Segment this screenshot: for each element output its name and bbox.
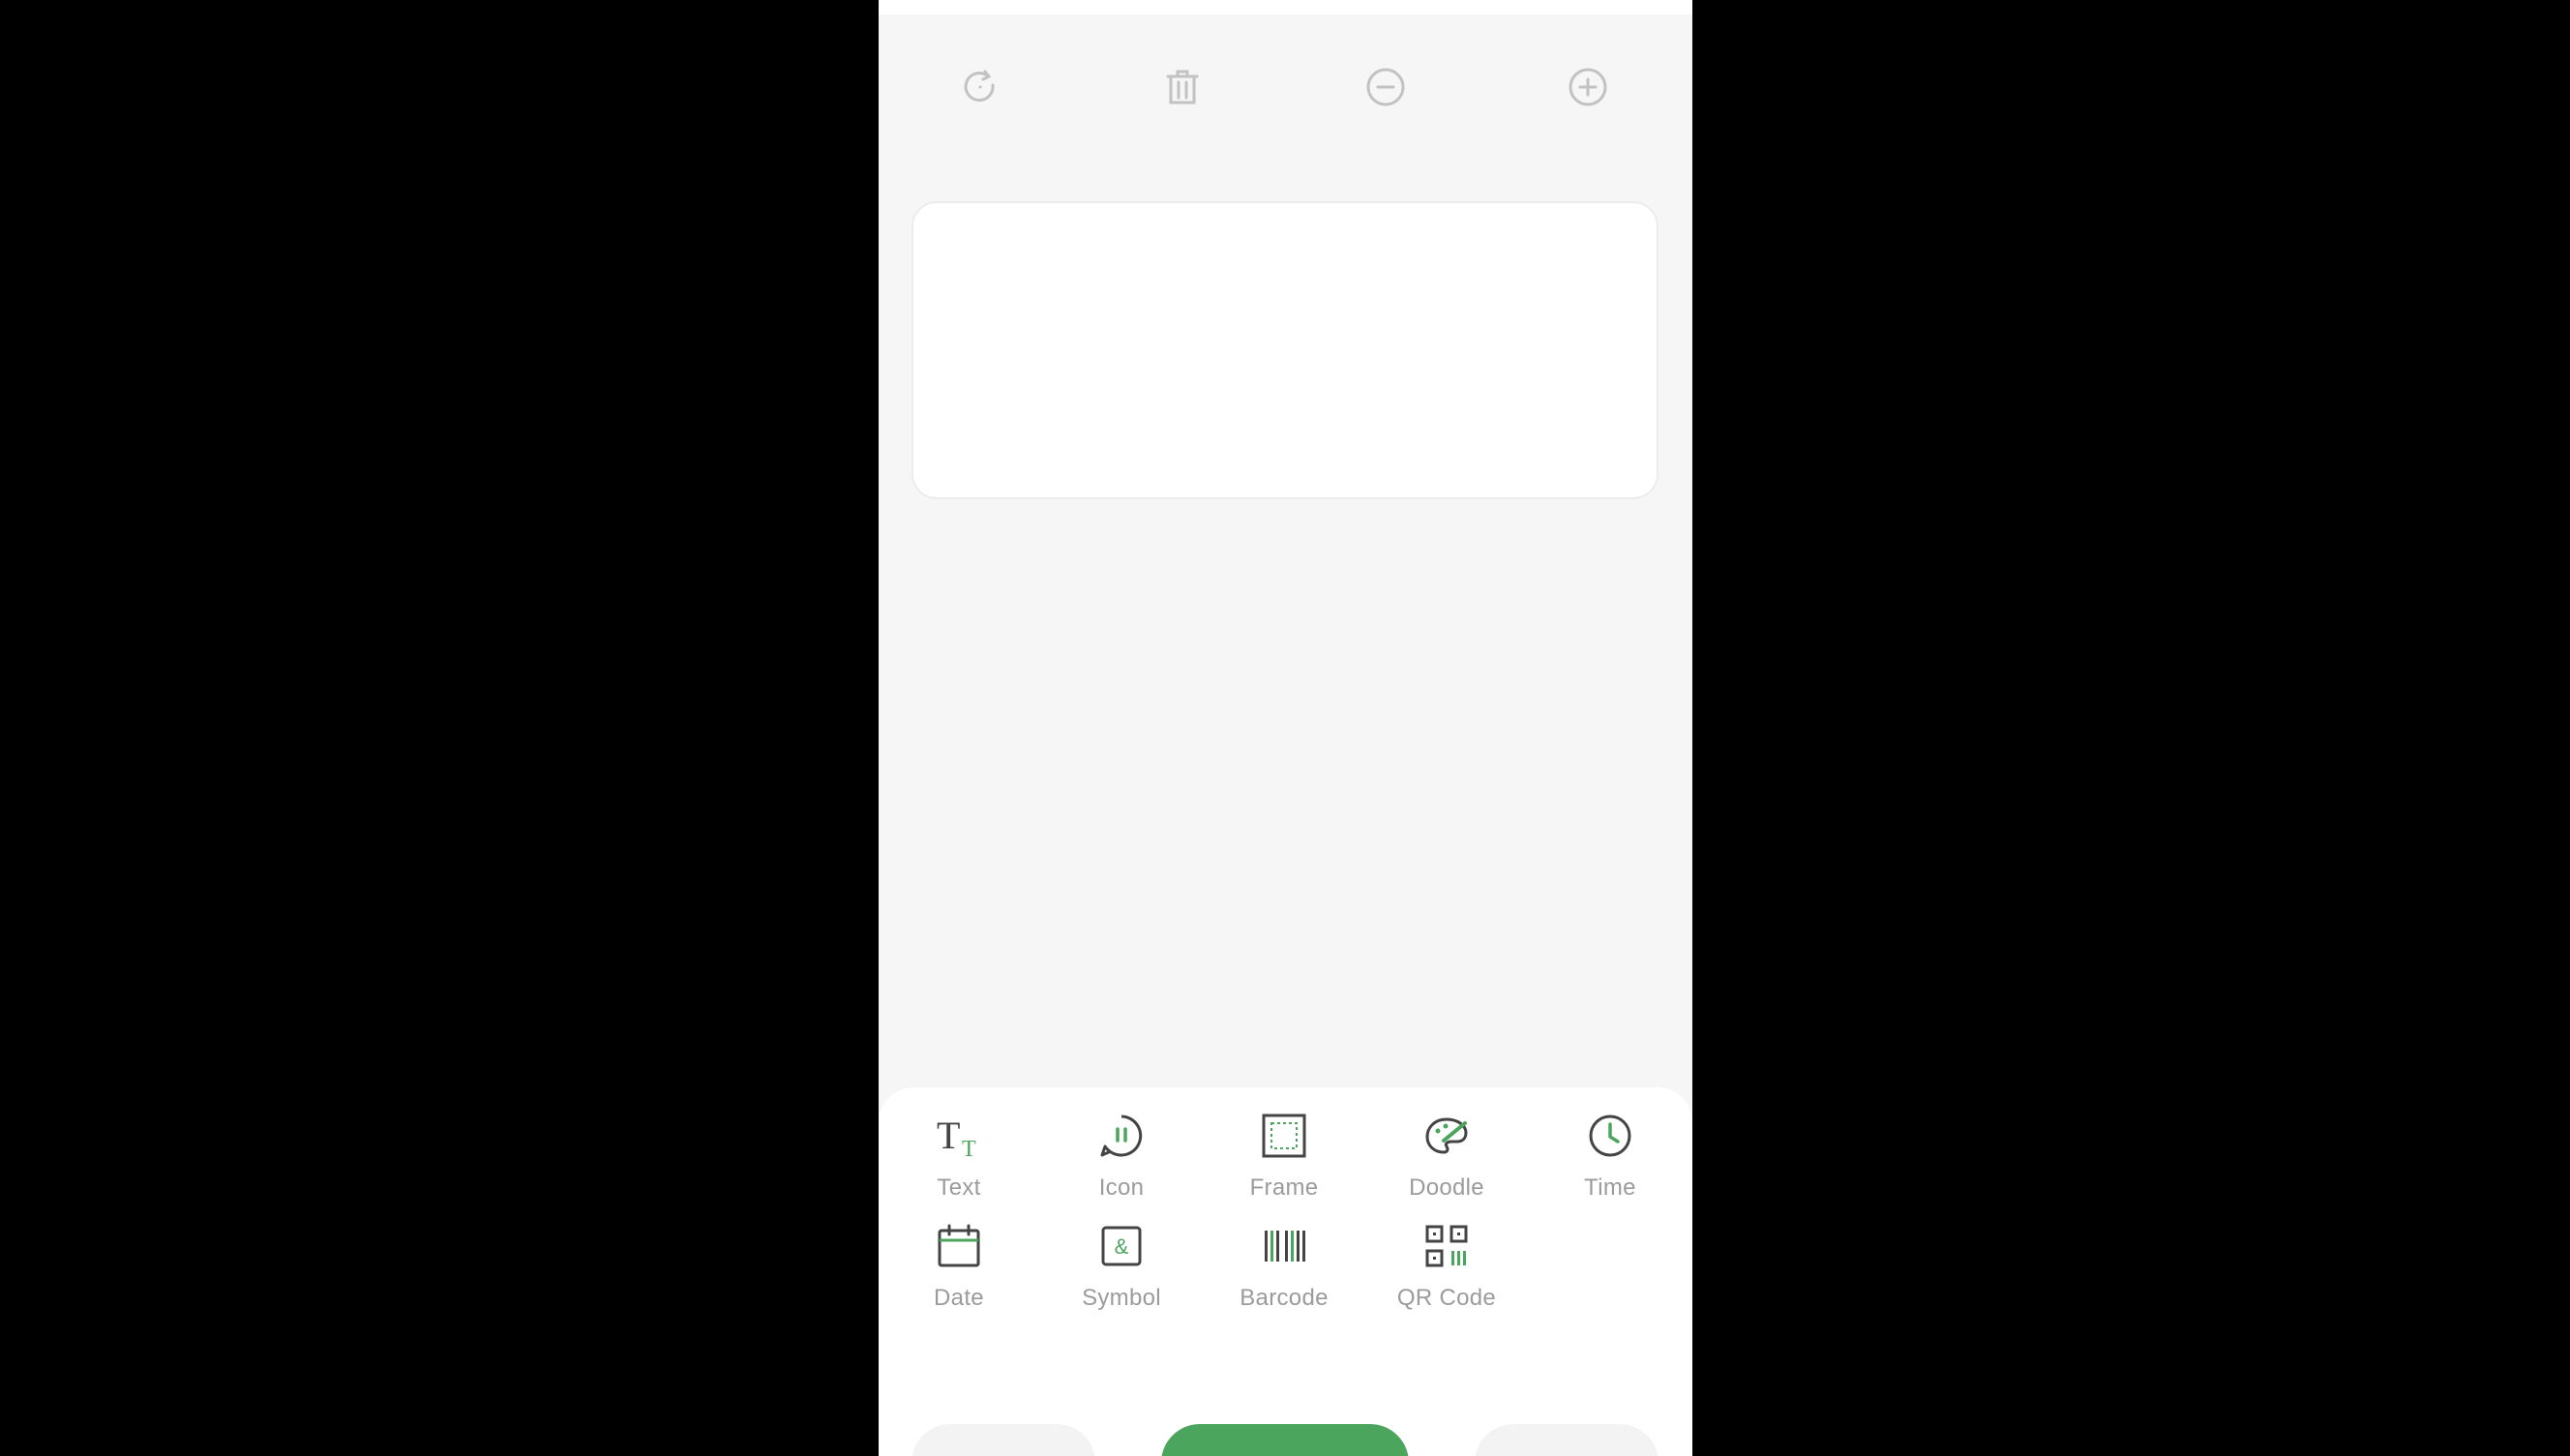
element-label: Doodle (1409, 1174, 1484, 1201)
edit-toolbar (879, 48, 1692, 126)
ampersand-icon: & (1096, 1221, 1147, 1271)
element-barcode[interactable]: Barcode (1207, 1221, 1361, 1318)
element-label: Barcode (1240, 1285, 1329, 1311)
element-text[interactable]: T T Text (882, 1111, 1036, 1207)
svg-text:T: T (962, 1137, 976, 1160)
trash-icon (1166, 70, 1199, 104)
status-bar (879, 0, 1692, 15)
label-canvas[interactable] (911, 201, 1659, 499)
element-symbol[interactable]: & Symbol (1044, 1221, 1199, 1318)
barcode-icon (1259, 1221, 1309, 1271)
palette-icon (1421, 1111, 1472, 1161)
refresh-button[interactable] (951, 58, 1009, 116)
print-button[interactable] (1161, 1424, 1409, 1456)
element-panel: T T Text Icon Frame Doodle Time Date & S… (879, 1087, 1692, 1456)
element-time[interactable]: Time (1533, 1111, 1688, 1207)
element-label: Date (934, 1285, 984, 1311)
frame-icon (1259, 1111, 1309, 1161)
app-screen: T T Text Icon Frame Doodle Time Date & S… (879, 0, 1692, 1456)
element-doodle[interactable]: Doodle (1369, 1111, 1524, 1207)
element-frame[interactable]: Frame (1207, 1111, 1361, 1207)
element-label: Symbol (1082, 1285, 1161, 1311)
element-date[interactable]: Date (882, 1221, 1036, 1318)
element-label: Time (1584, 1174, 1636, 1201)
zoom-in-button[interactable] (1559, 58, 1617, 116)
refresh-icon (964, 70, 995, 103)
element-label: Icon (1098, 1174, 1145, 1201)
element-qr-code[interactable]: QR Code (1369, 1221, 1524, 1318)
element-label: Frame (1249, 1174, 1319, 1201)
svg-text:T: T (937, 1114, 960, 1157)
tertiary-action-button[interactable] (1475, 1424, 1659, 1456)
element-label: QR Code (1396, 1285, 1497, 1311)
element-icon[interactable]: Icon (1044, 1111, 1199, 1207)
zoom-in-icon (1569, 68, 1607, 106)
emoji-icon (1096, 1111, 1147, 1161)
zoom-out-button[interactable] (1357, 58, 1415, 116)
secondary-action-button[interactable] (911, 1424, 1095, 1456)
qr-code-icon (1421, 1221, 1472, 1271)
zoom-out-icon (1366, 68, 1405, 106)
element-label: Text (937, 1174, 981, 1201)
svg-text:&: & (1115, 1234, 1129, 1259)
calendar-icon (934, 1221, 984, 1271)
clock-icon (1585, 1111, 1635, 1161)
delete-button[interactable] (1153, 58, 1211, 116)
text-icon: T T (934, 1111, 984, 1161)
